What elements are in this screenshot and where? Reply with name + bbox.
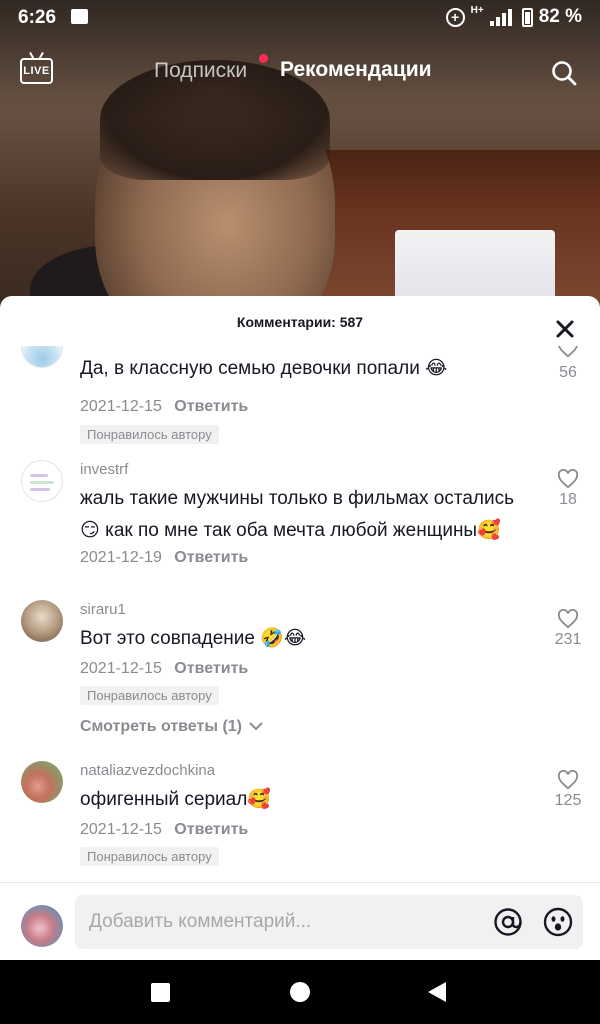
- heart-icon: [557, 770, 579, 790]
- battery-icon: [521, 7, 533, 27]
- tab-following[interactable]: Подписки: [154, 59, 247, 83]
- gallery-notification-icon: [71, 9, 88, 24]
- mention-icon[interactable]: [493, 907, 523, 937]
- search-icon[interactable]: [551, 60, 577, 86]
- comment-meta: 2021-12-19 Ответить: [80, 549, 248, 567]
- home-button[interactable]: [290, 982, 310, 1002]
- heart-icon: [558, 346, 578, 358]
- comments-sheet: Комментарии: 587 Да, в классную семью де…: [0, 296, 600, 960]
- comment-text: Вот это совпадение 🤣😂: [80, 628, 307, 649]
- like-count: 56: [559, 364, 577, 381]
- like-button[interactable]: 18: [548, 469, 588, 509]
- liked-by-author-badge: Понравилось автору: [80, 425, 219, 444]
- network-type: H+: [470, 5, 484, 16]
- liked-by-author-badge: Понравилось автору: [80, 847, 219, 866]
- commenter-avatar[interactable]: [21, 600, 63, 642]
- status-time: 6:26: [18, 7, 57, 28]
- system-nav-bar: [0, 960, 600, 1024]
- comment-username[interactable]: investrf: [80, 461, 128, 478]
- new-content-dot: [259, 54, 268, 63]
- reply-button[interactable]: Ответить: [174, 821, 248, 838]
- comment-input-bar: [0, 882, 600, 960]
- tab-for-you[interactable]: Рекомендации: [280, 58, 432, 82]
- comment-item: Да, в классную семью девочки попали 😂 20…: [0, 346, 600, 444]
- like-button[interactable]: 231: [548, 609, 588, 649]
- comment-username[interactable]: siraru1: [80, 601, 126, 618]
- heart-icon: [557, 609, 579, 629]
- battery-percent: 82 %: [538, 6, 582, 27]
- commenter-avatar[interactable]: [21, 346, 63, 368]
- comment-username[interactable]: nataliazvezdochkina: [80, 762, 215, 779]
- liked-by-author-badge: Понравилось автору: [80, 686, 219, 705]
- recents-button[interactable]: [151, 983, 170, 1002]
- comment-date: 2021-12-15: [80, 398, 162, 415]
- comment-text: Да, в классную семью девочки попали 😂: [80, 358, 448, 379]
- reply-button[interactable]: Ответить: [174, 398, 248, 415]
- commenter-avatar[interactable]: [21, 460, 63, 502]
- signal-icon: [489, 8, 516, 26]
- my-avatar[interactable]: [21, 905, 63, 947]
- comment-date: 2021-12-19: [80, 549, 162, 566]
- comment-text: жаль такие мужчины только в фильмах оста…: [80, 488, 515, 541]
- status-icons: + H+ 82 %: [445, 5, 582, 28]
- comment-item: nataliazvezdochkina офигенный сериал🥰 20…: [0, 757, 600, 877]
- back-button[interactable]: [428, 982, 446, 1002]
- emoji-icon[interactable]: [543, 907, 573, 937]
- comment-date: 2021-12-15: [80, 821, 162, 838]
- like-count: 231: [554, 631, 582, 648]
- data-saver-icon: +: [445, 7, 465, 27]
- reply-button[interactable]: Ответить: [174, 660, 248, 677]
- live-button[interactable]: LIVE: [20, 58, 53, 84]
- comment-meta: 2021-12-15 Ответить: [80, 398, 248, 416]
- like-count: 18: [559, 491, 577, 508]
- reply-button[interactable]: Ответить: [174, 549, 248, 566]
- comment-meta: 2021-12-15 Ответить: [80, 821, 248, 839]
- status-bar: 6:26 + H+ 82 %: [0, 0, 600, 34]
- like-count: 125: [554, 792, 582, 809]
- comments-title: Комментарии: 587: [236, 314, 364, 330]
- comments-list[interactable]: Да, в классную семью девочки попали 😂 20…: [0, 346, 600, 880]
- chevron-down-icon: [249, 722, 264, 731]
- comment-item: siraru1 Вот это совпадение 🤣😂 2021-12-15…: [0, 596, 600, 746]
- comment-date: 2021-12-15: [80, 660, 162, 677]
- comment-meta: 2021-12-15 Ответить: [80, 660, 248, 678]
- comment-item: investrf жаль такие мужчины только в фил…: [0, 456, 600, 576]
- close-icon[interactable]: [555, 319, 575, 339]
- comment-text: офигенный сериал🥰: [80, 789, 271, 810]
- view-replies-label: Смотреть ответы (1): [80, 718, 242, 735]
- view-replies-button[interactable]: Смотреть ответы (1): [80, 718, 264, 736]
- like-button[interactable]: 56: [548, 346, 588, 382]
- commenter-avatar[interactable]: [21, 761, 63, 803]
- top-nav: LIVE Подписки Рекомендации: [0, 46, 600, 96]
- like-button[interactable]: 125: [548, 770, 588, 810]
- heart-icon: [557, 469, 579, 489]
